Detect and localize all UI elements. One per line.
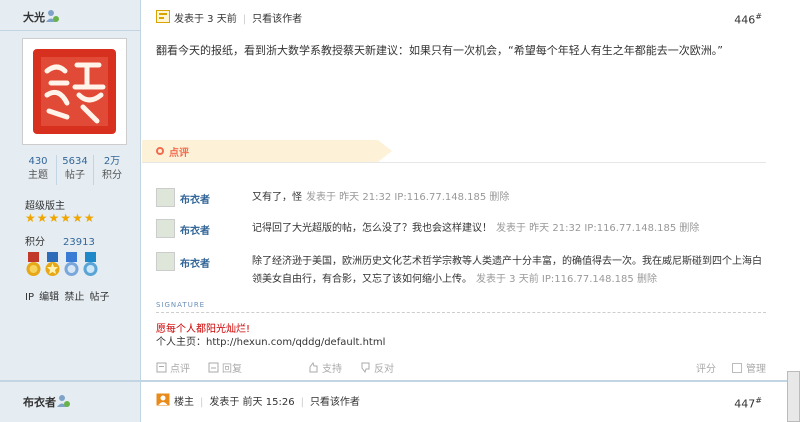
stat-credits[interactable]: 2万 积分: [93, 155, 130, 185]
reply-label: 回复: [222, 364, 242, 375]
comment-body: 除了经济逊于美国，欧洲历史文化艺术哲学宗教等人类遗产十分丰富，的确值得去一次。我…: [252, 253, 766, 289]
medal-icon[interactable]: [63, 252, 80, 278]
manage-label: 管理: [746, 364, 766, 375]
comment-body: 记得回了大光超版的帖，怎么没了？我也会这样建议！ 发表于 昨天 21:32 IP:…: [252, 220, 766, 238]
comment-meta: 发表于 昨天 21:32 IP:116.77.148.185 删除: [306, 192, 510, 203]
sidebar-divider: [0, 30, 141, 31]
avatar[interactable]: [22, 38, 127, 145]
comment-text: 又有了，怪: [252, 192, 302, 203]
support-button[interactable]: 支持: [308, 360, 342, 375]
star-icon: ★: [48, 211, 60, 225]
user-rank[interactable]: 超级版主: [25, 197, 65, 212]
reply-button[interactable]: 回复: [208, 360, 242, 375]
post-meta: 楼主 | 发表于 前天 15:26 | 只看该作者: [174, 397, 360, 408]
post-content: 翻看今天的报纸，看到浙大数学系教授蔡天新建议：如果只有一次机会，“希望每个年轻人…: [156, 44, 723, 57]
post-main: 发表于 3 天前 | 只看该作者 446# 翻看今天的报纸，看到浙大数学系教授蔡天新…: [142, 0, 766, 422]
author-stats: 430 主题 5634 帖子 2万 积分: [20, 155, 130, 185]
stat-posts[interactable]: 5634 帖子: [56, 155, 93, 185]
comment-ring-icon: [156, 147, 164, 155]
floor-number[interactable]: 446#: [734, 12, 762, 27]
signature-divider: [156, 312, 766, 313]
stat-value: 430: [28, 156, 48, 167]
comment-header: 点评: [142, 140, 392, 162]
post-footer: 点评 回复 支持 反对 评分 管理: [142, 355, 766, 377]
online-user-icon: [46, 10, 59, 22]
reply-icon: [208, 362, 219, 373]
stat-value: 2万: [103, 156, 121, 167]
star-icon: ★: [25, 211, 36, 225]
comment-title: 点评: [169, 148, 189, 159]
rate-icon: [156, 362, 167, 373]
manage-control[interactable]: 管理: [732, 360, 766, 375]
only-author-link[interactable]: 只看该作者: [252, 14, 302, 25]
thread-owner-icon: [156, 393, 170, 406]
points-label: 积分: [25, 237, 45, 248]
medal-icon[interactable]: [44, 252, 61, 278]
medal-icon[interactable]: [82, 252, 99, 278]
rank-stars: ★ ★ ★ ★ ★ ★: [25, 211, 95, 225]
signature-label: SIGNATURE: [156, 301, 206, 309]
thumbs-down-icon: [361, 362, 370, 373]
thumbs-up-icon: [309, 362, 318, 373]
commenter-avatar[interactable]: [156, 188, 175, 207]
commenter-avatar[interactable]: [156, 252, 175, 271]
medal-icon[interactable]: [25, 252, 42, 278]
floor-value: 447: [734, 397, 756, 411]
score-link[interactable]: 评分: [696, 360, 716, 375]
post-header: 发表于 3 天前 | 只看该作者 446#: [142, 8, 766, 32]
points-value: 23913: [63, 237, 95, 248]
rate-label: 点评: [170, 364, 190, 375]
comment-divider: [142, 162, 766, 163]
star-icon: ★: [36, 211, 48, 225]
support-label: 支持: [322, 364, 342, 375]
post-meta: 发表于 3 天前 | 只看该作者: [174, 14, 303, 25]
side-scroll-control[interactable]: [787, 371, 800, 422]
stat-label: 积分: [102, 170, 122, 181]
signature-homepage[interactable]: 个人主页：http://hexun.com/qddg/default.html: [156, 333, 385, 348]
rate-button[interactable]: 点评: [156, 360, 190, 375]
author-name[interactable]: 大光: [23, 9, 45, 25]
star-icon: ★: [83, 211, 95, 225]
oppose-label: 反对: [374, 364, 394, 375]
floor-mark: #: [755, 12, 762, 21]
seal-avatar-image: [33, 49, 116, 134]
points: 积分 23913: [25, 233, 95, 248]
admin-actions[interactable]: IP 编辑 禁止 帖子: [25, 288, 110, 303]
manage-checkbox[interactable]: [732, 362, 742, 373]
comment-meta: 发表于 3 天前 IP:116.77.148.185 删除: [476, 274, 657, 285]
star-icon: ★: [72, 211, 83, 225]
stat-label: 主题: [28, 170, 48, 181]
oppose-button[interactable]: 反对: [360, 360, 394, 375]
thread-owner-label: 楼主: [174, 397, 194, 408]
stat-label: 帖子: [65, 170, 85, 181]
post-divider: [0, 380, 800, 382]
author-sidebar: 大光 430 主题 5634 帖子 2万 积分 超级版主 ★ ★ ★ ★ ★ ★…: [0, 0, 141, 422]
stat-value: 5634: [62, 156, 88, 167]
commenter-name[interactable]: 布衣者: [180, 255, 210, 270]
post-time: 发表于 3 天前: [174, 14, 237, 25]
comment-meta: 发表于 昨天 21:32 IP:116.77.148.185 删除: [496, 223, 700, 234]
commenter-avatar[interactable]: [156, 219, 175, 238]
author-name[interactable]: 布衣者: [23, 394, 56, 410]
medals: [25, 252, 99, 278]
floor-number[interactable]: 447#: [734, 396, 762, 411]
comment-body: 又有了，怪 发表于 昨天 21:32 IP:116.77.148.185 删除: [252, 189, 766, 207]
floor-value: 446: [734, 13, 756, 27]
only-author-link[interactable]: 只看该作者: [310, 397, 360, 408]
post-online-icon: [156, 10, 170, 23]
online-user-icon: [57, 395, 70, 407]
post-time: 发表于 前天 15:26: [209, 397, 295, 408]
post-header: 楼主 | 发表于 前天 15:26 | 只看该作者 447#: [142, 391, 766, 415]
stat-threads[interactable]: 430 主题: [20, 155, 56, 185]
floor-mark: #: [755, 396, 762, 405]
commenter-name[interactable]: 布衣者: [180, 191, 210, 206]
commenter-name[interactable]: 布衣者: [180, 222, 210, 237]
comment-text: 记得回了大光超版的帖，怎么没了？我也会这样建议！: [252, 223, 492, 234]
star-icon: ★: [60, 211, 72, 225]
